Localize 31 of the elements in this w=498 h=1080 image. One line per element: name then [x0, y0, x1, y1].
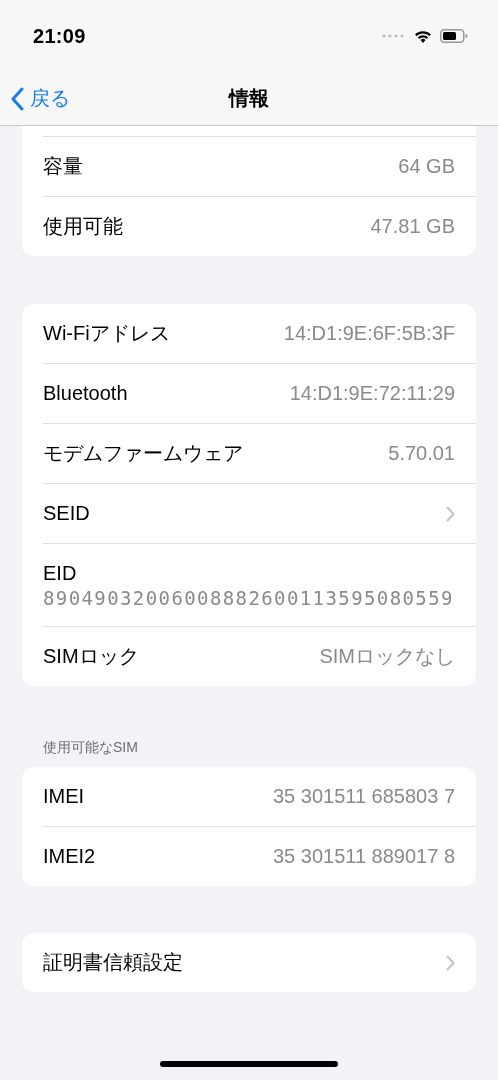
row-value: 35 301511 685803 7: [272, 785, 455, 808]
row-value: SIMロックなし: [319, 644, 455, 669]
row-value: 47.81 GB: [370, 215, 455, 238]
row-value: 14:D1:9E:6F:5B:3F: [283, 322, 455, 345]
row-value: 35 301511 889017 8: [272, 845, 455, 868]
row-label: IMEI: [43, 785, 85, 808]
disclosure-row[interactable]: 証明書信頼設定: [43, 933, 476, 992]
section-header: 使用可能なSIM: [42, 739, 139, 757]
row-label: IMEI2: [43, 845, 96, 868]
row-value: 64 GB: [398, 155, 455, 178]
status-time: 21:09: [33, 24, 86, 48]
back-button[interactable]: 戻る: [10, 85, 70, 112]
chevron-icon: [446, 505, 455, 522]
row-label: 使用可能: [43, 214, 123, 239]
disclosure-row[interactable]: SEID: [43, 484, 476, 544]
row-label: Bluetooth: [43, 382, 128, 405]
row-label: Wi-Fiアドレス: [43, 321, 170, 346]
row-label: モデムファームウェア: [43, 441, 243, 466]
row-value: 14:D1:9E:72:11:29: [289, 382, 455, 405]
row-label: SIMロック: [43, 644, 139, 669]
row-label: 容量: [43, 154, 83, 179]
home-indicator[interactable]: [160, 1061, 338, 1067]
row-value: 5.70.01: [388, 442, 455, 465]
back-chevron-icon: [10, 86, 24, 111]
battery-icon: [440, 29, 468, 43]
row-label: EID: [43, 561, 77, 585]
nav-title: 情報: [229, 86, 269, 111]
row-value: 89049032006008882600113595080559: [43, 586, 454, 609]
chevron-icon: [446, 954, 455, 971]
signal-icon: [382, 34, 406, 38]
wifi-icon: [414, 29, 432, 43]
